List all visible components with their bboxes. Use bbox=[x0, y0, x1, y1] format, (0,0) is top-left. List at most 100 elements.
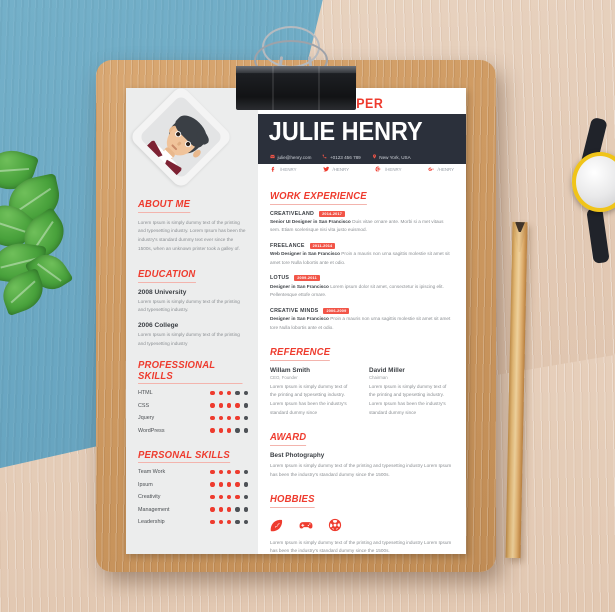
skill-name: WordPress bbox=[138, 427, 165, 434]
education-text: Lorem Ipsum is simply dummy text of the … bbox=[138, 332, 240, 346]
skill-row: HTML bbox=[138, 390, 248, 396]
rating-dot bbox=[235, 469, 240, 475]
reference-role: CEO, Founder bbox=[270, 374, 298, 380]
rating-dot bbox=[227, 415, 232, 421]
rating-dot bbox=[243, 390, 248, 396]
rating-dot bbox=[218, 390, 223, 396]
job-description: Senior UI Designer in San Francisco Duis… bbox=[270, 219, 444, 233]
education-section: EDUCATION 2008 University Lorem Ipsum is… bbox=[138, 264, 248, 348]
rating-dot bbox=[210, 519, 215, 525]
resume-paper: ABOUT ME Lorem Ipsum is simply dummy tex… bbox=[126, 88, 466, 554]
job-date-badge: 2011-2014 bbox=[309, 242, 336, 249]
rating-dot bbox=[235, 482, 240, 487]
skill-name: Team Work bbox=[138, 469, 166, 475]
skill-rating bbox=[210, 519, 248, 525]
job-title: Senior UI Designer in San Francisco bbox=[270, 219, 353, 224]
education-item: 2006 College Lorem Ipsum is simply dummy… bbox=[138, 322, 248, 348]
skill-name: HTML bbox=[138, 390, 153, 396]
rating-dot bbox=[210, 390, 215, 396]
education-title: 2008 University bbox=[138, 288, 187, 296]
social-link[interactable]: /HENRY bbox=[428, 166, 455, 173]
binder-clip bbox=[232, 26, 360, 110]
pinterest-icon bbox=[375, 166, 382, 173]
job-date-badge: 2009-2011 bbox=[294, 275, 320, 282]
social-handle: /HENRY bbox=[280, 167, 297, 172]
job-company: CREATIVE MINDS bbox=[270, 307, 319, 314]
about-text: Lorem Ipsum is simply dummy text of the … bbox=[138, 219, 246, 251]
social-link[interactable]: /HENRY bbox=[375, 166, 402, 173]
skill-name: Management bbox=[138, 506, 170, 513]
professional-skills-heading: PROFESSIONAL SKILLS bbox=[138, 360, 243, 384]
avatar bbox=[128, 88, 234, 190]
education-title: 2006 College bbox=[138, 322, 179, 330]
social-handle: /HENRY bbox=[437, 167, 455, 172]
contact-item[interactable]: +0123 456 789 bbox=[322, 154, 361, 160]
professional-skills-section: PROFESSIONAL SKILLS HTML CSS Jquery WordPre… bbox=[138, 360, 248, 434]
reference-role: Chairman bbox=[369, 374, 388, 380]
name-bar: JULIE HENRY julie@henry.com +0123 456 789… bbox=[258, 114, 466, 164]
personal-skills-list: Team Work Ipsum Creativity Management Leader… bbox=[138, 469, 248, 525]
social-link[interactable]: /HENRY bbox=[270, 166, 297, 173]
scene: ABOUT ME Lorem Ipsum is simply dummy tex… bbox=[0, 0, 615, 612]
skill-row: Creativity bbox=[138, 494, 248, 500]
rating-dot bbox=[235, 428, 240, 433]
skill-rating bbox=[210, 494, 248, 500]
rating-dot bbox=[218, 428, 223, 433]
job-date-badge: 2014-2017 bbox=[319, 210, 346, 217]
phone-icon bbox=[322, 154, 327, 160]
about-heading: ABOUT ME bbox=[138, 199, 191, 213]
rating-dot bbox=[227, 403, 232, 408]
education-text: Lorem Ipsum is simply dummy text of the … bbox=[138, 298, 240, 313]
contact-item[interactable]: julie@henry.com bbox=[270, 154, 311, 160]
rating-dot bbox=[227, 494, 232, 500]
gamepad-icon bbox=[299, 518, 313, 532]
reference-heading: REFERENCE bbox=[270, 347, 331, 361]
hobbies-text: Lorem Ipsum is simply dummy text of the … bbox=[270, 539, 452, 554]
rating-dot bbox=[235, 415, 240, 421]
google-plus-icon bbox=[428, 166, 435, 173]
education-heading: EDUCATION bbox=[138, 269, 196, 283]
rating-dot bbox=[243, 469, 248, 475]
skill-rating bbox=[210, 507, 248, 512]
reference-section: REFERENCE Willam Smith CEO, Founder Lore… bbox=[270, 342, 454, 417]
education-item: 2008 University Lorem Ipsum is simply du… bbox=[138, 289, 248, 315]
personal-skills-section: PERSONAL SKILLS Team Work Ipsum Creativity… bbox=[138, 445, 248, 525]
award-heading: AWARD bbox=[270, 432, 307, 446]
job-title: Designer in San Francisco bbox=[270, 316, 331, 322]
rating-dot bbox=[227, 390, 232, 396]
hobbies-heading: HOBBIES bbox=[270, 494, 315, 508]
job-company: FREELANCE bbox=[270, 242, 305, 249]
work-experience-section: WORK EXPERIENCE CREATIVELAND 2014-2017 Sen… bbox=[270, 186, 454, 332]
job-company: CREATIVELAND bbox=[270, 210, 315, 217]
social-handle: /HENRY bbox=[332, 167, 350, 172]
about-section: ABOUT ME Lorem Ipsum is simply dummy tex… bbox=[138, 194, 248, 253]
rating-dot bbox=[243, 494, 248, 500]
rating-dot bbox=[243, 415, 248, 421]
contact-row: julie@henry.com +0123 456 789 New York, US… bbox=[270, 154, 411, 160]
skill-rating bbox=[210, 469, 248, 475]
rating-dot bbox=[243, 507, 248, 512]
mail-icon bbox=[270, 154, 275, 160]
rating-dot bbox=[218, 469, 223, 475]
personal-skills-heading: PERSONAL SKILLS bbox=[138, 450, 230, 463]
award-title: Best Photography bbox=[270, 451, 325, 459]
job-title: Designer in San Francisco bbox=[270, 283, 331, 289]
reference-person: Willam Smith CEO, Founder Lorem Ipsum is… bbox=[270, 367, 355, 418]
rating-dot bbox=[235, 519, 240, 525]
skill-row: CSS bbox=[138, 403, 248, 409]
contact-text: +0123 456 789 bbox=[329, 154, 361, 160]
work-experience-heading: WORK EXPERIENCE bbox=[270, 191, 367, 205]
contact-text: New York, USA bbox=[379, 154, 411, 160]
rating-dot bbox=[243, 403, 248, 408]
skill-rating bbox=[210, 403, 248, 408]
contact-item[interactable]: New York, USA bbox=[372, 154, 411, 160]
job-date-badge: 2006-2009 bbox=[323, 307, 350, 314]
rating-dot bbox=[210, 415, 215, 421]
facebook-icon bbox=[270, 166, 277, 173]
social-link[interactable]: /HENRY bbox=[323, 166, 350, 173]
rating-dot bbox=[218, 415, 223, 421]
reference-text: Lorem Ipsum is simply dummy text of the … bbox=[369, 383, 447, 415]
job-entry: FREELANCE 2011-2014 Web Designer in San Fr… bbox=[270, 242, 454, 267]
job-list: CREATIVELAND 2014-2017 Senior UI Designer … bbox=[270, 210, 454, 333]
rating-dot bbox=[210, 482, 215, 487]
